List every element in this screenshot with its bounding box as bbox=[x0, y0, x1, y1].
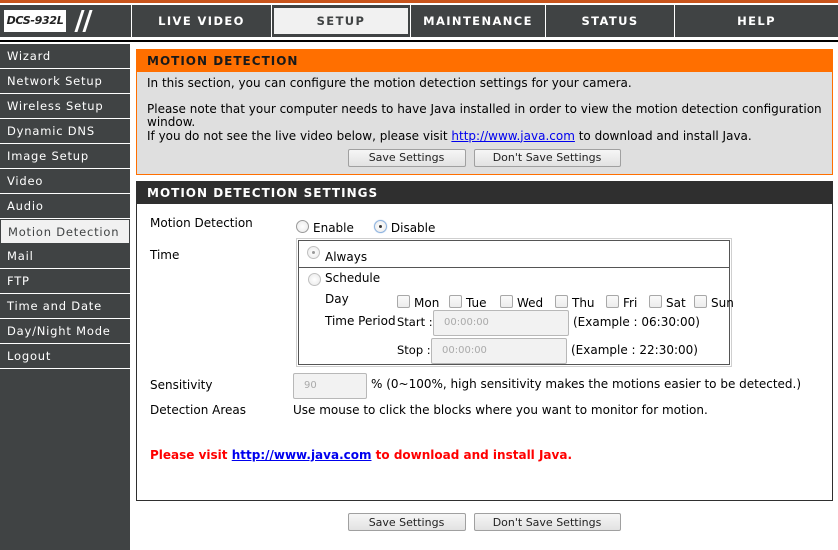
sidebar-item-motion-detection[interactable]: Motion Detection bbox=[0, 219, 130, 244]
stop-time-input[interactable]: 00:00:00 bbox=[431, 338, 567, 364]
fri-checkbox[interactable] bbox=[606, 294, 619, 308]
tue-checkbox[interactable] bbox=[449, 294, 462, 308]
save-settings-button[interactable]: Save Settings bbox=[347, 149, 466, 167]
intro-title: MOTION DETECTION bbox=[137, 50, 832, 72]
sidebar-item-dynamic-dns[interactable]: Dynamic DNS bbox=[0, 119, 130, 144]
sensitivity-label: Sensitivity bbox=[150, 378, 213, 392]
java-warning-text: to download and install Java. bbox=[371, 448, 573, 462]
header-divider bbox=[0, 40, 838, 42]
schedule-radio[interactable] bbox=[308, 273, 321, 286]
model-name: DCS-932L bbox=[4, 10, 66, 32]
main-content: MOTION DETECTION In this section, you ca… bbox=[136, 49, 833, 501]
stop-label: Stop : bbox=[397, 343, 431, 357]
tab-label: STATUS bbox=[581, 14, 639, 28]
start-time-input[interactable]: 00:00:00 bbox=[433, 310, 569, 336]
sidebar-item-ftp[interactable]: FTP bbox=[0, 269, 130, 294]
top-accent-line bbox=[0, 0, 838, 3]
java-warning-text: Please visit bbox=[150, 448, 232, 462]
sidebar-item-wizard[interactable]: Wizard bbox=[0, 44, 130, 69]
time-period-label: Time Period bbox=[325, 314, 396, 328]
intro-panel: MOTION DETECTION In this section, you ca… bbox=[136, 49, 833, 175]
java-warning: Please visit http://www.java.com to down… bbox=[150, 448, 572, 462]
disable-radio[interactable] bbox=[373, 219, 387, 233]
sidebar-item-time-and-date[interactable]: Time and Date bbox=[0, 294, 130, 319]
settings-panel: MOTION DETECTION SETTINGS Motion Detecti… bbox=[136, 181, 833, 501]
disable-label: Disable bbox=[390, 221, 436, 235]
tab-label: SETUP bbox=[274, 8, 408, 34]
schedule-label: Schedule bbox=[325, 271, 381, 285]
tue-label: Tue bbox=[466, 296, 487, 310]
tab-label: HELP bbox=[737, 14, 776, 28]
stop-example: (Example : 22:30:00) bbox=[571, 343, 698, 357]
sun-checkbox[interactable] bbox=[694, 294, 707, 308]
day-checkboxes: Mon Tue Wed Thu Fri Sat Sun bbox=[397, 292, 734, 310]
sidebar: Wizard Network Setup Wireless Setup Dyna… bbox=[0, 44, 130, 550]
sidebar-item-wireless-setup[interactable]: Wireless Setup bbox=[0, 94, 130, 119]
detection-areas-label: Detection Areas bbox=[150, 403, 246, 417]
settings-title: MOTION DETECTION SETTINGS bbox=[137, 181, 832, 204]
start-label: Start : bbox=[397, 315, 433, 329]
schedule-option: Schedule Day Mon Tue Wed Thu Fri Sat Sun… bbox=[298, 267, 734, 365]
tab-maintenance[interactable]: MAINTENANCE bbox=[411, 5, 546, 37]
wed-checkbox[interactable] bbox=[500, 294, 513, 308]
day-label: Day bbox=[325, 292, 349, 306]
dont-save-settings-button[interactable]: Don't Save Settings bbox=[473, 149, 621, 167]
motion-detection-label: Motion Detection bbox=[150, 216, 253, 230]
sidebar-item-audio[interactable]: Audio bbox=[0, 194, 130, 219]
mon-checkbox[interactable] bbox=[397, 294, 410, 308]
sat-checkbox[interactable] bbox=[649, 294, 662, 308]
footer-save-settings-button[interactable]: Save Settings bbox=[347, 513, 466, 531]
thu-checkbox[interactable] bbox=[555, 294, 568, 308]
sun-label: Sun bbox=[711, 296, 734, 310]
time-options: Always Schedule Day Mon Tue Wed Thu Fri … bbox=[296, 238, 734, 367]
mon-label: Mon bbox=[414, 296, 440, 310]
motion-detection-radio-group: Enable Disable bbox=[296, 217, 435, 235]
product-logo: DCS-932L bbox=[0, 5, 132, 37]
tab-status[interactable]: STATUS bbox=[546, 5, 675, 37]
sidebar-item-image-setup[interactable]: Image Setup bbox=[0, 144, 130, 169]
detection-areas-hint: Use mouse to click the blocks where you … bbox=[293, 403, 708, 417]
thu-label: Thu bbox=[572, 296, 595, 310]
sidebar-item-video[interactable]: Video bbox=[0, 169, 130, 194]
java-warning-link[interactable]: http://www.java.com bbox=[232, 448, 372, 462]
sidebar-item-mail[interactable]: Mail bbox=[0, 244, 130, 269]
always-option: Always bbox=[298, 240, 730, 267]
footer-dont-save-settings-button[interactable]: Don't Save Settings bbox=[473, 513, 621, 531]
start-example: (Example : 06:30:00) bbox=[573, 315, 700, 329]
java-note-text: to download and install Java. bbox=[574, 128, 752, 143]
sidebar-item-logout[interactable]: Logout bbox=[0, 344, 130, 369]
sidebar-item-network-setup[interactable]: Network Setup bbox=[0, 69, 130, 94]
enable-label: Enable bbox=[313, 221, 354, 235]
tab-label: LIVE VIDEO bbox=[158, 14, 245, 28]
java-note-text: If you do not see the live video below, … bbox=[147, 128, 452, 143]
sensitivity-hint: % (0~100%, high sensitivity makes the mo… bbox=[371, 377, 802, 391]
tab-help[interactable]: HELP bbox=[675, 5, 838, 37]
tab-label: MAINTENANCE bbox=[423, 14, 533, 28]
footer-buttons: Save Settings Don't Save Settings bbox=[136, 513, 833, 531]
java-note-link-line: If you do not see the live video below, … bbox=[147, 128, 822, 144]
java-link[interactable]: http://www.java.com bbox=[451, 129, 575, 143]
time-label: Time bbox=[150, 248, 180, 262]
java-note: Please note that your computer needs to … bbox=[147, 101, 822, 129]
logo-slash-icon bbox=[82, 10, 93, 32]
always-radio[interactable] bbox=[307, 246, 320, 259]
intro-description: In this section, you can configure the m… bbox=[147, 76, 632, 90]
always-label: Always bbox=[325, 250, 368, 264]
fri-label: Fri bbox=[623, 296, 638, 310]
tab-live-video[interactable]: LIVE VIDEO bbox=[132, 5, 272, 37]
sidebar-item-day-night-mode[interactable]: Day/Night Mode bbox=[0, 319, 130, 344]
enable-radio[interactable] bbox=[296, 219, 309, 233]
tab-setup[interactable]: SETUP bbox=[272, 5, 411, 37]
sensitivity-input[interactable]: 90 bbox=[293, 373, 367, 399]
wed-label: Wed bbox=[517, 296, 544, 310]
sat-label: Sat bbox=[666, 296, 686, 310]
top-navigation: DCS-932L LIVE VIDEO SETUP MAINTENANCE ST… bbox=[0, 5, 838, 37]
